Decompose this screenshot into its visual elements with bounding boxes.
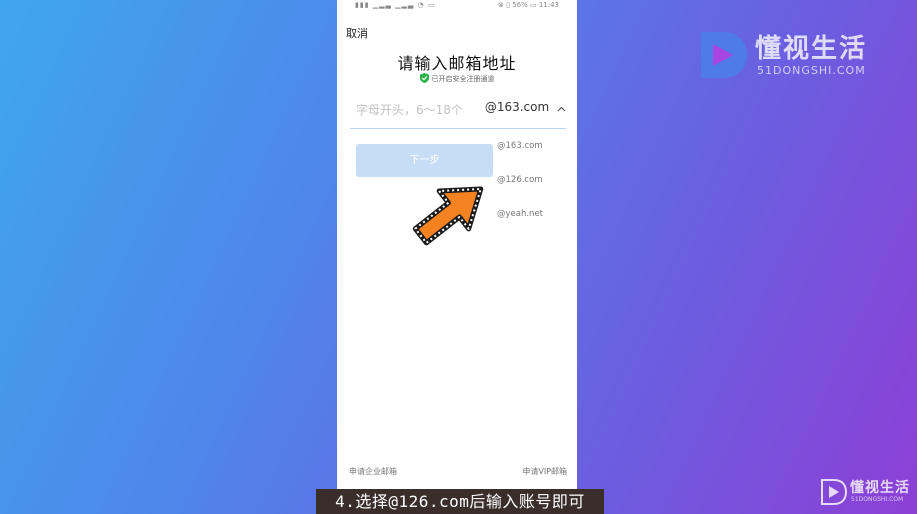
- watermark-logo: 懂视生活 51DONGSHI.COM: [818, 476, 914, 512]
- domain-option-yeah[interactable]: @yeah.net: [497, 209, 543, 219]
- domain-select[interactable]: @163.com: [485, 100, 566, 115]
- secure-channel-notice: 已开启安全注册通道: [337, 73, 577, 85]
- apply-enterprise-mail-link[interactable]: 申请企业邮箱: [349, 466, 397, 477]
- instruction-caption: 4.选择@126.com后输入账号即可: [316, 489, 604, 514]
- domain-option-163[interactable]: @163.com: [497, 141, 543, 151]
- status-bar: ▮▮▮ ▁▂▃ ▁▂▃ ◔ ▭ ⊗ ▯ 56% ▭ 11:43: [337, 0, 577, 12]
- status-right-info: ⊗ ▯ 56% ▭ 11:43: [498, 1, 559, 9]
- email-account-input[interactable]: 字母开头，6～18个: [356, 101, 463, 118]
- page-title: 请输入邮箱地址: [397, 54, 517, 73]
- watermark-title: 懂视生活: [850, 480, 910, 496]
- selected-domain: @163.com: [484, 100, 550, 114]
- pointer-arrow-icon: [405, 175, 495, 250]
- cancel-button[interactable]: 取消: [346, 25, 368, 41]
- shield-check-icon: [419, 73, 429, 85]
- brand-logo-icon: [697, 30, 749, 84]
- brand-subtitle: 51DONGSHI.COM: [757, 64, 866, 77]
- brand-logo: 懂视生活 51DONGSHI.COM: [697, 28, 887, 84]
- domain-dropdown: @163.com @126.com @yeah.net: [493, 132, 577, 232]
- chevron-up-icon: [557, 101, 566, 115]
- watermark-subtitle: 51DONGSHI.COM: [851, 496, 904, 503]
- secure-channel-text: 已开启安全注册通道: [431, 75, 495, 83]
- apply-vip-mail-link[interactable]: 申请VIP邮箱: [522, 466, 567, 477]
- domain-option-126[interactable]: @126.com: [497, 175, 543, 185]
- phone-screen: ▮▮▮ ▁▂▃ ▁▂▃ ◔ ▭ ⊗ ▯ 56% ▭ 11:43 取消 请输入邮箱…: [337, 0, 577, 514]
- status-left-icons: ▮▮▮ ▁▂▃ ▁▂▃ ◔ ▭: [355, 1, 436, 9]
- email-input-row: 字母开头，6～18个 @163.com: [350, 98, 566, 129]
- brand-title: 懂视生活: [755, 34, 868, 64]
- next-step-button[interactable]: 下一步: [356, 144, 493, 177]
- watermark-logo-icon: [820, 478, 848, 510]
